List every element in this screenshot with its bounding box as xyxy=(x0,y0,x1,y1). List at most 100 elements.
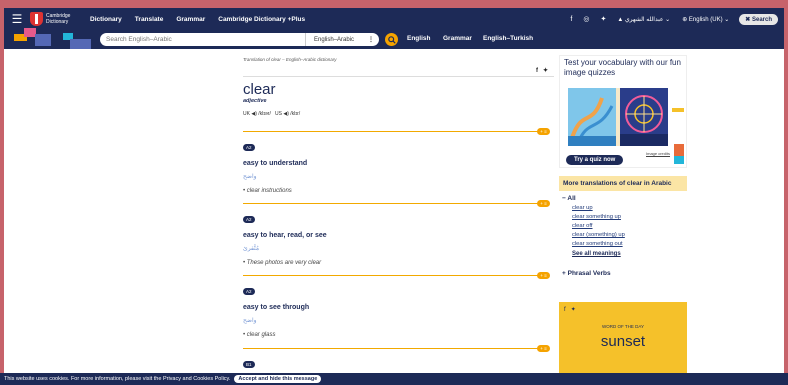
dictionary-select-label: English–Arabic xyxy=(314,36,355,43)
more-translations-heading: More translations of clear in Arabic xyxy=(559,176,687,191)
add-to-list-button[interactable]: + ≡ xyxy=(537,272,550,279)
audio-uk-icon[interactable]: ◀) xyxy=(251,111,257,117)
quiz-image[interactable] xyxy=(568,88,668,146)
image-credits-link[interactable]: Image credits xyxy=(646,151,670,156)
globe-icon: ⊕ xyxy=(682,16,688,23)
facebook-icon[interactable]: f xyxy=(564,307,566,313)
facebook-icon[interactable]: f xyxy=(570,16,572,23)
example: • clear glass xyxy=(243,332,276,338)
sublink-english[interactable]: English xyxy=(407,35,430,42)
add-to-list-button[interactable]: + ≡ xyxy=(537,345,550,352)
phrasal-verbs-toggle[interactable]: + Phrasal Verbs xyxy=(562,270,687,277)
nav-grammar[interactable]: Grammar xyxy=(176,16,205,23)
twitter-icon[interactable]: ✦ xyxy=(571,307,576,313)
sense: + ≡ A2 easy to hear, read, or see مُتَّق… xyxy=(243,200,554,266)
decorative-shape xyxy=(674,144,684,156)
cookie-banner: This website uses cookies. For more info… xyxy=(0,373,788,385)
facebook-icon[interactable]: f xyxy=(536,68,538,74)
sense: + ≡ B1 xyxy=(243,345,554,371)
quiz-title: Test your vocabulary with our fun image … xyxy=(564,58,681,77)
logo[interactable]: Cambridge Dictionary xyxy=(30,12,84,26)
logo-line2: Dictionary xyxy=(46,19,69,25)
decorative-shape xyxy=(35,34,51,46)
dictionary-select[interactable]: English–Arabic ⋮ xyxy=(305,33,379,46)
level-badge: B1 xyxy=(243,361,255,368)
chevron-down-icon: ⌄ xyxy=(724,16,730,23)
see-all-meanings-link[interactable]: See all meanings xyxy=(572,251,687,257)
translation-link[interactable]: clear (something) up xyxy=(572,232,687,238)
chevron-down-icon: ⌄ xyxy=(665,16,671,23)
page-content: Translation of clear – English–Arabic di… xyxy=(4,49,784,373)
example: • These photos are very clear xyxy=(243,260,322,266)
share-links: f ✦ xyxy=(536,67,548,74)
language-label: English (UK) xyxy=(688,16,723,23)
word-of-the-day[interactable]: f ✦ WORD OF THE DAY sunset xyxy=(559,302,687,373)
search-button-label: Search xyxy=(751,16,772,23)
instagram-icon[interactable]: ◎ xyxy=(583,15,589,23)
language-selector[interactable]: ⊕ English (UK) ⌄ xyxy=(682,16,729,23)
nav-plus[interactable]: Cambridge Dictionary +Plus xyxy=(218,16,305,23)
twitter-icon[interactable]: ✦ xyxy=(543,68,548,74)
translation-link[interactable]: clear off xyxy=(572,223,687,229)
all-label: All xyxy=(567,195,576,202)
definition: easy to see through xyxy=(243,304,310,311)
plus-icon: + xyxy=(562,270,566,277)
search-submit-button[interactable] xyxy=(385,33,398,46)
translation: واضح xyxy=(243,318,257,324)
breadcrumb: Translation of clear – English–Arabic di… xyxy=(243,57,337,62)
wotd-word[interactable]: sunset xyxy=(559,333,687,350)
divider xyxy=(243,348,542,349)
add-to-list-button[interactable]: + ≡ xyxy=(537,200,550,207)
top-nav: ☰ Cambridge Dictionary Dictionary Transl… xyxy=(4,8,784,30)
nav-translate[interactable]: Translate xyxy=(135,16,164,23)
part-of-speech: adjective xyxy=(243,98,267,104)
nav-right: f ◎ ✦ ▲ عبدالله الشهري ⌄ ⊕ English (UK) … xyxy=(570,8,784,30)
all-toggle[interactable]: − All xyxy=(562,195,687,202)
sublink-english-turkish[interactable]: English–Turkish xyxy=(483,35,533,42)
wotd-label: WORD OF THE DAY xyxy=(601,324,645,329)
user-menu[interactable]: ▲ عبدالله الشهري ⌄ xyxy=(617,16,670,23)
more-translations-list: − All clear up clear something up clear … xyxy=(559,195,687,277)
divider xyxy=(243,203,542,204)
nav-dictionary[interactable]: Dictionary xyxy=(90,16,122,23)
definition: easy to hear, read, or see xyxy=(243,232,327,239)
uk-label: UK xyxy=(243,111,250,117)
decorative-shape xyxy=(672,108,684,112)
example: • clear instructions xyxy=(243,188,292,194)
translation-link[interactable]: clear something up xyxy=(572,214,687,220)
search-button[interactable]: ✖ Search xyxy=(739,13,778,25)
translation-link[interactable]: clear something out xyxy=(572,241,687,247)
divider xyxy=(243,76,554,77)
search-box: English–Arabic ⋮ xyxy=(100,33,379,46)
accept-cookies-button[interactable]: Accept and hide this message xyxy=(234,375,322,383)
level-badge: A2 xyxy=(243,216,255,223)
entry: Translation of clear – English–Arabic di… xyxy=(243,57,554,368)
decorative-shape xyxy=(674,156,684,164)
phrasal-verbs-label: Phrasal Verbs xyxy=(567,270,611,277)
search-input[interactable] xyxy=(100,33,305,46)
definition: easy to understand xyxy=(243,160,308,167)
audio-us-icon[interactable]: ◀) xyxy=(283,111,289,117)
pronunciation: UK ◀) /klɪər/ US ◀) /klɪr/ xyxy=(243,111,554,117)
translation-link[interactable]: clear up xyxy=(572,205,687,211)
divider xyxy=(243,131,542,132)
user-icon: ▲ xyxy=(617,16,624,23)
more-icon: ⋮ xyxy=(368,37,374,43)
try-quiz-button[interactable]: Try a quiz now xyxy=(566,155,624,165)
close-icon: ✖ xyxy=(745,16,751,23)
add-to-list-button[interactable]: + ≡ xyxy=(537,128,550,135)
sense: + ≡ A2 easy to see through واضح • clear … xyxy=(243,272,554,338)
twitter-icon[interactable]: ✦ xyxy=(600,15,606,23)
cookie-text: This website uses cookies. For more info… xyxy=(4,376,231,382)
search-icon xyxy=(387,35,396,44)
translation: واضح xyxy=(243,174,257,180)
sublink-grammar[interactable]: Grammar xyxy=(443,35,472,42)
menu-icon[interactable]: ☰ xyxy=(4,12,30,26)
quiz-panel: Test your vocabulary with our fun image … xyxy=(559,55,687,168)
translation: مُتَّقرئ xyxy=(243,246,260,252)
uk-ipa: /klɪər/ xyxy=(258,111,271,117)
sense: + ≡ A2 easy to understand واضح • clear i… xyxy=(243,128,554,194)
level-badge: A2 xyxy=(243,288,255,295)
quiz-image-art xyxy=(568,88,668,146)
minus-icon: − xyxy=(562,195,566,202)
